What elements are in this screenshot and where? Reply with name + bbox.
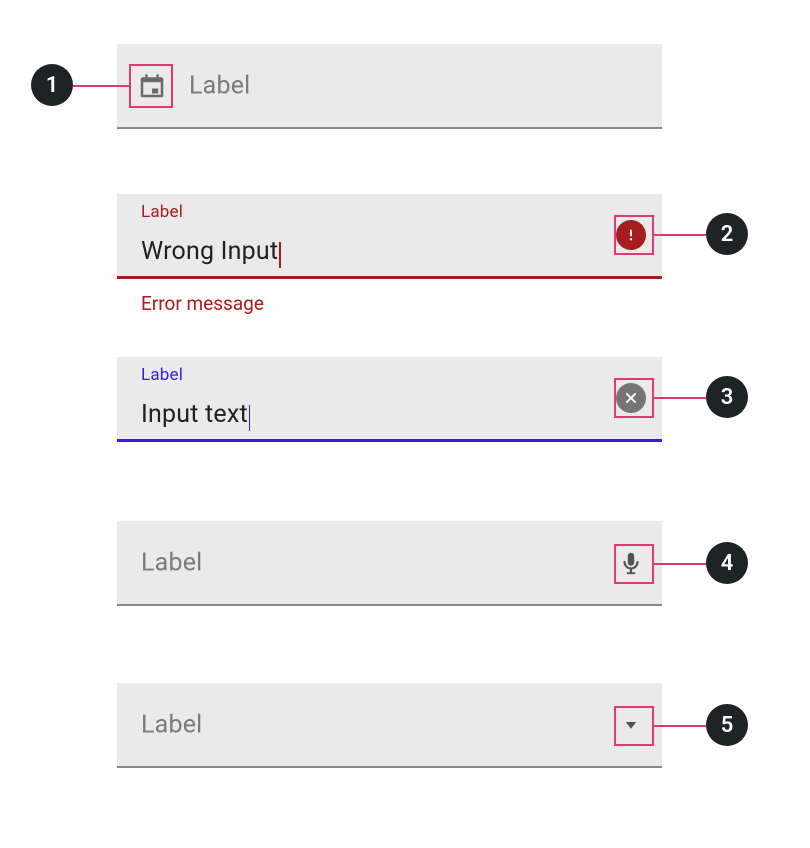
annotation-number: 4: [721, 551, 734, 576]
text-field-focused-state[interactable]: Label Input text: [117, 357, 662, 442]
microphone-icon[interactable]: [614, 546, 648, 580]
text-caret: [249, 405, 251, 431]
annotation-connector: [654, 563, 706, 565]
annotation-badge-4: 4: [706, 542, 748, 584]
text-field-error-state[interactable]: Label Wrong Input: [117, 194, 662, 279]
error-helper-text: Error message: [141, 292, 264, 315]
text-field-with-leading-icon[interactable]: Label: [117, 44, 662, 129]
annotation-connector: [654, 725, 706, 727]
placeholder-label: Label: [189, 71, 250, 100]
annotation-badge-3: 3: [706, 376, 748, 418]
diagram-stage: Label 1 Label Wrong Input Error message …: [0, 0, 810, 848]
annotation-badge-2: 2: [706, 213, 748, 255]
annotation-number: 2: [721, 222, 734, 247]
input-value: Wrong Input: [141, 237, 281, 266]
annotation-connector: [73, 85, 129, 87]
calendar-icon: [135, 69, 169, 103]
placeholder-label: Label: [141, 548, 202, 577]
annotation-connector: [654, 397, 706, 399]
annotation-badge-5: 5: [706, 704, 748, 746]
text-field-with-mic[interactable]: Label: [117, 521, 662, 606]
annotation-number: 3: [721, 385, 734, 410]
floating-label: Label: [141, 365, 183, 385]
clear-icon[interactable]: [614, 381, 648, 415]
annotation-number: 1: [46, 73, 59, 98]
floating-label: Label: [141, 202, 183, 222]
dropdown-icon[interactable]: [614, 708, 648, 742]
error-icon: [614, 218, 648, 252]
text-caret: [279, 242, 281, 268]
input-value-text: Input text: [141, 400, 248, 429]
annotation-number: 5: [721, 713, 734, 738]
placeholder-label: Label: [141, 710, 202, 739]
text-field-dropdown[interactable]: Label: [117, 683, 662, 768]
input-value: Input text: [141, 400, 250, 429]
input-value-text: Wrong Input: [141, 237, 278, 266]
annotation-connector: [654, 234, 706, 236]
annotation-badge-1: 1: [31, 64, 73, 106]
